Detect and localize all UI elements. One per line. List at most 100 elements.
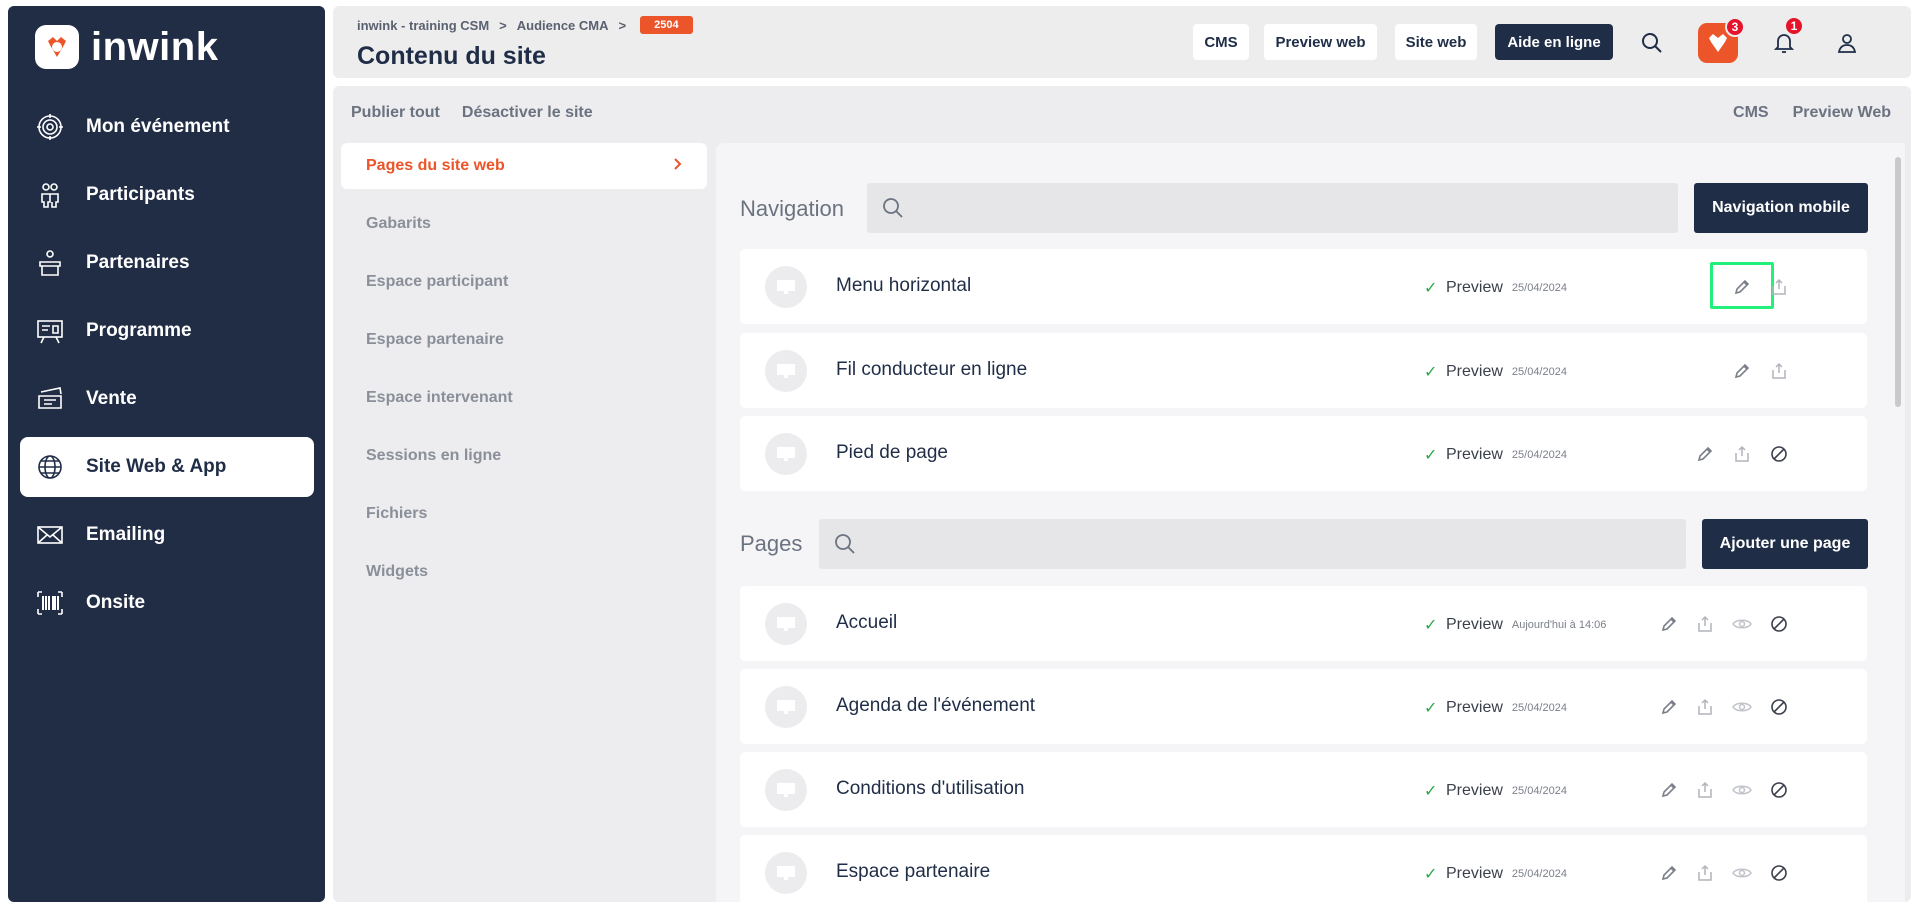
navigation-search-input[interactable] — [867, 183, 1678, 233]
subnav-item-label: Gabarits — [366, 215, 431, 232]
subnav-item-espace-partenaire[interactable]: Espace partenaire — [341, 317, 707, 363]
sidebar-item-emailing[interactable]: Emailing — [20, 505, 314, 565]
eye-icon[interactable] — [1730, 778, 1754, 802]
sidebar-item-label: Mon événement — [86, 116, 230, 137]
sidebar-nav: Mon événement Participants Partenaires P… — [20, 97, 314, 641]
envelope-icon — [37, 526, 63, 544]
disable-icon[interactable] — [1767, 442, 1791, 466]
check-icon: ✓ — [1424, 447, 1438, 464]
row-title: Accueil — [836, 612, 898, 633]
subnav-item-espace-participant[interactable]: Espace participant — [341, 259, 707, 305]
breadcrumb-item[interactable]: Audience CMA — [517, 18, 609, 33]
publish-upload-icon[interactable] — [1767, 275, 1791, 299]
top-header: inwink - training CSM > Audience CMA > 2… — [333, 6, 1911, 78]
breadcrumb-separator: > — [499, 17, 507, 33]
preview-web-button[interactable]: Preview web — [1264, 24, 1377, 60]
search-icon[interactable] — [1634, 25, 1670, 61]
status-date: 25/04/2024 — [1511, 785, 1567, 797]
site-web-button[interactable]: Site web — [1395, 24, 1477, 60]
page-thumbnail-icon — [765, 433, 807, 475]
navigation-row[interactable]: Menu horizontal ✓ Preview 25/04/2024 — [740, 249, 1867, 324]
status-label: Preview — [1446, 865, 1503, 882]
scrollbar[interactable] — [1895, 157, 1901, 407]
check-icon: ✓ — [1424, 617, 1438, 634]
logo[interactable]: inwink — [35, 22, 218, 72]
page-thumbnail-icon — [765, 603, 807, 645]
eye-icon[interactable] — [1730, 695, 1754, 719]
sidebar-item-label: Vente — [86, 388, 137, 409]
edit-pencil-icon[interactable] — [1657, 695, 1681, 719]
edit-pencil-icon[interactable] — [1693, 442, 1717, 466]
disable-icon[interactable] — [1767, 612, 1791, 636]
notification-bell-icon[interactable]: 1 — [1766, 16, 1804, 61]
publish-upload-icon[interactable] — [1767, 359, 1791, 383]
disable-icon[interactable] — [1767, 778, 1791, 802]
page-row[interactable]: Espace partenaire ✓ Preview 25/04/2024 — [740, 835, 1867, 902]
cms-button[interactable]: CMS — [1193, 24, 1249, 60]
subnav-item-label: Espace intervenant — [366, 389, 513, 406]
page-row[interactable]: Agenda de l'événement ✓ Preview 25/04/2024 — [740, 669, 1867, 744]
status-date: 25/04/2024 — [1511, 449, 1567, 461]
gift-icon[interactable]: 3 — [1698, 17, 1745, 63]
page-thumbnail-icon — [765, 852, 807, 894]
navigation-row[interactable]: Pied de page ✓ Preview 25/04/2024 — [740, 416, 1867, 491]
eye-icon[interactable] — [1730, 861, 1754, 885]
sub-navigation: Pages du site web Gabarits Espace partic… — [341, 143, 707, 607]
page-thumbnail-icon — [765, 266, 807, 308]
disable-icon[interactable] — [1767, 695, 1791, 719]
pages-search-input[interactable] — [819, 519, 1686, 569]
sidebar-item-partenaires[interactable]: Partenaires — [20, 233, 314, 293]
row-status: ✓ Preview 25/04/2024 — [1424, 278, 1567, 298]
aide-en-ligne-button[interactable]: Aide en ligne — [1495, 24, 1613, 60]
notification-count-badge: 1 — [1784, 16, 1804, 36]
publish-upload-icon[interactable] — [1693, 612, 1717, 636]
desactiver-site-link[interactable]: Désactiver le site — [462, 104, 593, 122]
sidebar: inwink Mon événement Participants Parten… — [8, 6, 325, 902]
edit-pencil-icon[interactable] — [1730, 359, 1754, 383]
breadcrumb-item[interactable]: inwink - training CSM — [357, 18, 489, 33]
sidebar-item-programme[interactable]: Programme — [20, 301, 314, 361]
preview-web-link[interactable]: Preview Web — [1793, 104, 1891, 122]
publish-upload-icon[interactable] — [1693, 778, 1717, 802]
podium-icon — [39, 250, 61, 276]
edit-pencil-icon[interactable] — [1657, 861, 1681, 885]
sidebar-item-participants[interactable]: Participants — [20, 165, 314, 225]
page-thumbnail-icon — [765, 769, 807, 811]
ajouter-une-page-button[interactable]: Ajouter une page — [1702, 519, 1868, 569]
publish-upload-icon[interactable] — [1730, 442, 1754, 466]
toolbar-right: CMS Preview Web — [1733, 104, 1891, 122]
subnav-item-widgets[interactable]: Widgets — [341, 549, 707, 595]
row-status: ✓ Preview 25/04/2024 — [1424, 445, 1567, 465]
subnav-item-gabarits[interactable]: Gabarits — [341, 201, 707, 247]
page-row[interactable]: Conditions d'utilisation ✓ Preview 25/04/2… — [740, 752, 1867, 827]
globe-icon — [38, 455, 62, 479]
sidebar-item-mon-evenement[interactable]: Mon événement — [20, 97, 314, 157]
sidebar-item-vente[interactable]: Vente — [20, 369, 314, 429]
barcode-icon — [37, 591, 63, 615]
user-icon[interactable] — [1829, 25, 1865, 61]
disable-icon[interactable] — [1767, 861, 1791, 885]
sidebar-item-label: Emailing — [86, 524, 166, 545]
sidebar-item-site-web-app[interactable]: Site Web & App — [20, 437, 314, 497]
presentation-icon — [37, 320, 63, 344]
subnav-item-espace-intervenant[interactable]: Espace intervenant — [341, 375, 707, 421]
navigation-row[interactable]: Fil conducteur en ligne ✓ Preview 25/04/20… — [740, 333, 1867, 408]
edit-pencil-icon[interactable] — [1657, 778, 1681, 802]
publish-upload-icon[interactable] — [1693, 695, 1717, 719]
subnav-item-pages-du-site-web[interactable]: Pages du site web — [341, 143, 707, 189]
page-row[interactable]: Accueil ✓ Preview Aujourd'hui à 14:06 — [740, 586, 1867, 661]
edit-pencil-icon[interactable] — [1730, 275, 1754, 299]
sidebar-item-onsite[interactable]: Onsite — [20, 573, 314, 633]
eye-icon[interactable] — [1730, 612, 1754, 636]
edit-pencil-icon[interactable] — [1657, 612, 1681, 636]
subnav-item-sessions-en-ligne[interactable]: Sessions en ligne — [341, 433, 707, 479]
cms-link[interactable]: CMS — [1733, 104, 1769, 122]
content-panel: Publier tout Désactiver le site CMS Prev… — [333, 86, 1911, 902]
tickets-icon — [38, 387, 62, 409]
navigation-mobile-button[interactable]: Navigation mobile — [1694, 183, 1868, 233]
status-label: Preview — [1446, 616, 1503, 633]
publier-tout-link[interactable]: Publier tout — [351, 104, 440, 122]
row-status: ✓ Preview 25/04/2024 — [1424, 362, 1567, 382]
publish-upload-icon[interactable] — [1693, 861, 1717, 885]
subnav-item-fichiers[interactable]: Fichiers — [341, 491, 707, 537]
